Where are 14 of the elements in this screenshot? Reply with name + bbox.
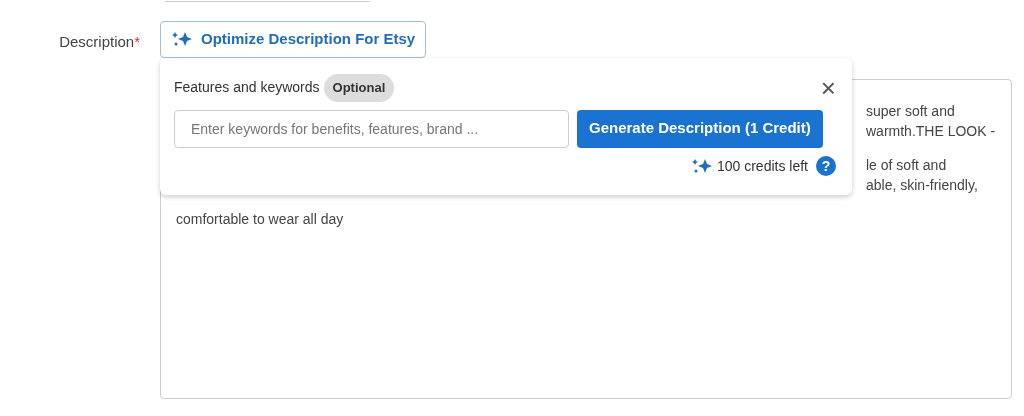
description-line: able, skin-friendly, [866,176,978,193]
sparkle-icon [690,157,713,175]
keywords-input[interactable]: Enter keywords for benefits, features, brand ... [174,109,569,148]
optimize-button[interactable]: Optimize Description For Etsy [160,21,427,58]
description-line: super soft and [866,102,955,119]
description-line: comfortable to wear all day [176,210,344,227]
popup-title: Features and keywords [174,78,320,98]
generate-button[interactable]: Generate Description (1 Credit) [577,109,823,148]
optional-tag: Optional [323,74,395,102]
description-line: le of soft and [866,156,947,173]
description-line: warmth.THE LOOK - [866,122,996,139]
help-icon[interactable]: ? [816,156,836,176]
field-label: Description* [59,33,140,50]
credits-left-text: 100 credits left [716,156,808,176]
